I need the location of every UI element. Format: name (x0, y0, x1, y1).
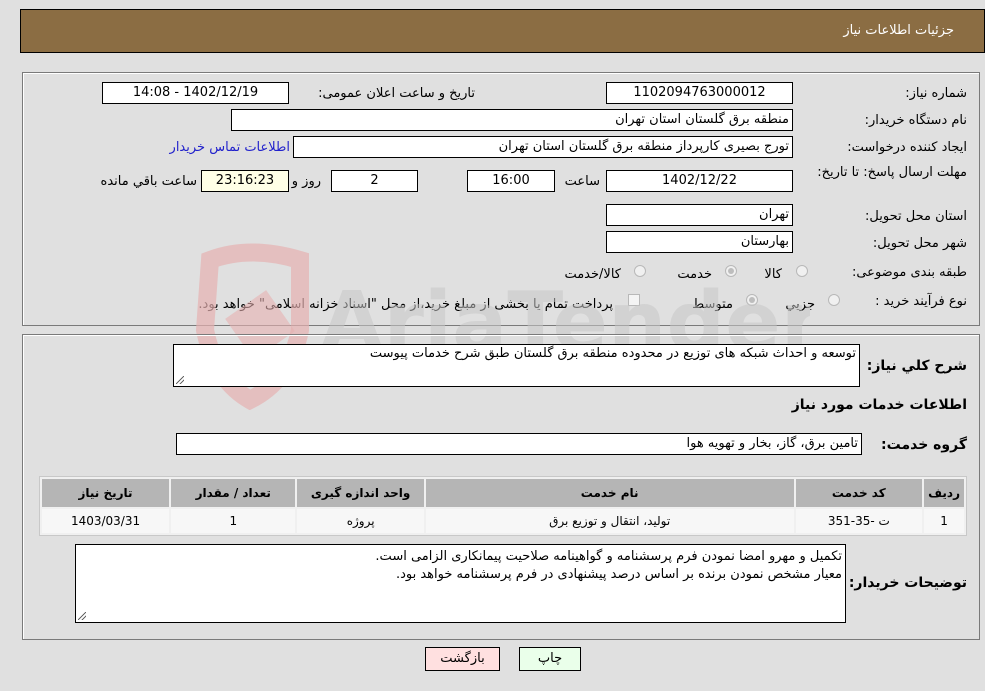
cell-unit: پروژه (297, 509, 424, 533)
buyer-org-field: منطقه برق گلستان استان تهران (231, 109, 793, 131)
col-row-number: ردیف (924, 479, 964, 507)
category-radio-goods-service[interactable] (634, 265, 646, 277)
deadline-label: مهلت ارسال پاسخ: تا تاریخ: (817, 165, 967, 180)
back-button[interactable]: بازگشت (425, 647, 500, 671)
description-text: توسعه و احداث شبکه های توزیع در محدوده م… (369, 346, 856, 361)
buyer-notes-line-1: تکمیل و مهرو امضا نمودن فرم پرسشنامه و گ… (375, 549, 842, 564)
deadline-date-field: 1402/12/22 (606, 170, 793, 192)
category-option-goods-service: کالا/خدمت (564, 267, 621, 282)
table-header-row: ردیف کد خدمت نام خدمت واحد اندازه گیری ت… (42, 479, 964, 507)
print-button[interactable]: چاپ (519, 647, 581, 671)
need-number-field: 1102094763000012 (606, 82, 793, 104)
category-radio-goods[interactable] (796, 265, 808, 277)
province-field: تهران (606, 204, 793, 226)
resize-handle-icon[interactable] (176, 376, 184, 384)
col-service-code: کد خدمت (795, 479, 923, 507)
treasury-payment-note: پرداخت تمام یا بخشی از مبلغ خرید،از محل … (198, 297, 613, 312)
resize-handle-icon[interactable] (78, 612, 86, 620)
buyer-notes-line-2: معیار مشخص نمودن برنده بر اساس درصد پیشن… (395, 567, 842, 582)
page-title: جزئیات اطلاعات نیاز (843, 23, 954, 38)
cell-quantity: 1 (171, 509, 296, 533)
category-label: طبقه بندی موضوعی: (851, 265, 967, 280)
services-table: ردیف کد خدمت نام خدمت واحد اندازه گیری ت… (39, 476, 967, 536)
city-label: شهر محل تحویل: (872, 236, 967, 251)
description-label: شرح کلي نياز: (866, 358, 967, 374)
buyer-org-label: نام دستگاه خریدار: (864, 113, 967, 128)
purchase-option-minor: جزيي (785, 297, 815, 312)
col-need-date: تاریخ نیاز (42, 479, 170, 507)
cell-service-code: ت -35-351 (795, 509, 923, 533)
announce-datetime-field: 1402/12/19 - 14:08 (102, 82, 289, 104)
category-option-service: خدمت (677, 267, 712, 282)
col-service-name: نام خدمت (425, 479, 794, 507)
col-unit: واحد اندازه گیری (297, 479, 424, 507)
remaining-days-field: 2 (331, 170, 418, 192)
province-label: استان محل تحویل: (865, 209, 967, 224)
deadline-time-field: 16:00 (467, 170, 555, 192)
cell-row-number: 1 (924, 509, 964, 533)
purchase-type-label: نوع فرآیند خرید : (875, 294, 967, 309)
remaining-label: ساعت باقي مانده (100, 174, 197, 189)
creator-label: ایجاد کننده درخواست: (847, 140, 967, 155)
purchase-radio-minor[interactable] (828, 294, 840, 306)
services-section-title: اطلاعات خدمات مورد نیاز (791, 397, 967, 413)
creator-field: تورج بصیری کارپرداز منطقه برق گلستان است… (293, 136, 793, 158)
description-textarea[interactable]: توسعه و احداث شبکه های توزیع در محدوده م… (173, 344, 860, 387)
table-row: 1 ت -35-351 تولید، انتقال و توزیع برق پر… (42, 509, 964, 533)
treasury-payment-checkbox[interactable] (628, 294, 640, 306)
category-radio-service[interactable] (725, 265, 737, 277)
purchase-radio-medium[interactable] (746, 294, 758, 306)
need-number-label: شماره نیاز: (905, 86, 967, 101)
purchase-option-medium: متوسط (692, 297, 733, 312)
service-group-label: گروه خدمت: (881, 437, 967, 453)
buyer-notes-label: توضیحات خریدار: (848, 575, 967, 591)
page-header: جزئیات اطلاعات نیاز (20, 9, 985, 53)
announce-datetime-label: تاریخ و ساعت اعلان عمومی: (318, 86, 475, 101)
cell-need-date: 1403/03/31 (42, 509, 170, 533)
service-group-field: تامین برق، گاز، بخار و تهویه هوا (176, 433, 862, 455)
cell-service-name: تولید، انتقال و توزیع برق (425, 509, 794, 533)
city-field: بهارستان (606, 231, 793, 253)
remaining-time-field: 23:16:23 (201, 170, 289, 192)
buyer-contact-link[interactable]: اطلاعات تماس خریدار (170, 140, 290, 155)
deadline-time-label: ساعت (564, 174, 600, 189)
days-label: روز و (291, 174, 321, 189)
category-option-goods: کالا (764, 267, 782, 282)
buyer-notes-textarea[interactable]: تکمیل و مهرو امضا نمودن فرم پرسشنامه و گ… (75, 544, 846, 623)
col-quantity: تعداد / مقدار (171, 479, 296, 507)
